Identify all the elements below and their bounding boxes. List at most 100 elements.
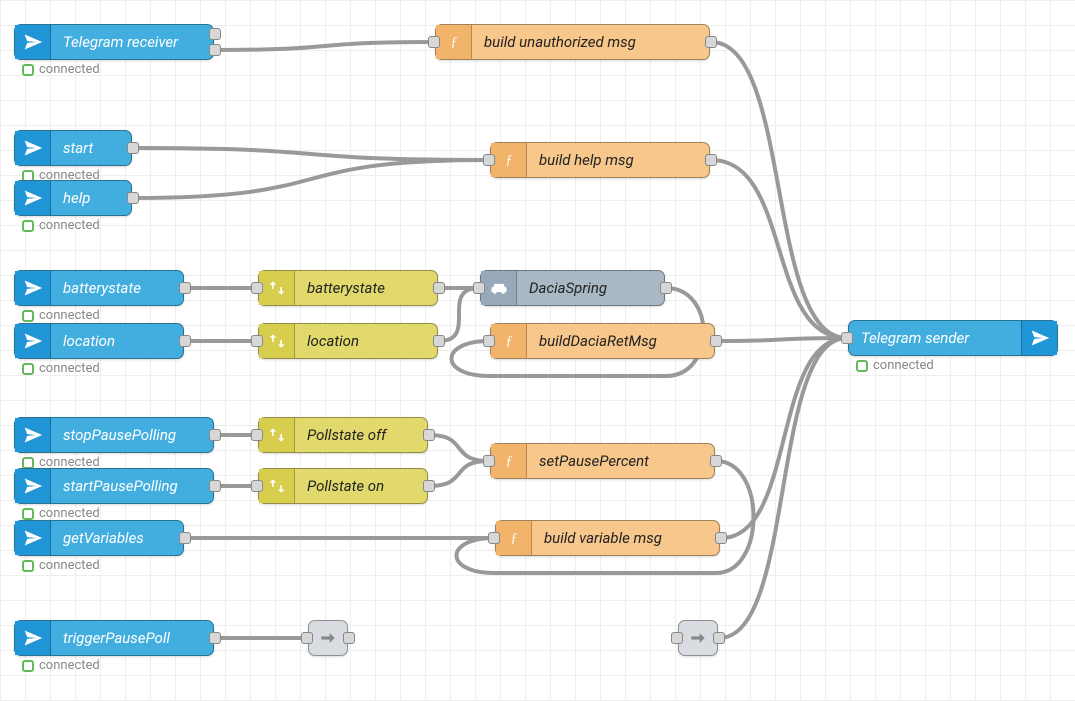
port-out[interactable] (179, 282, 191, 294)
node-stopPausePolling[interactable]: stopPausePolling (14, 417, 214, 453)
node-label: setPausePercent (527, 452, 714, 470)
port-in[interactable] (251, 335, 263, 347)
node-location_ch[interactable]: location (258, 323, 438, 359)
wire[interactable] (429, 435, 489, 461)
wire[interactable] (716, 338, 847, 341)
status-dot (22, 363, 34, 375)
port-in[interactable] (473, 282, 485, 294)
telegram-icon (15, 131, 51, 165)
telegram-icon (15, 271, 51, 305)
wire[interactable] (215, 42, 434, 50)
port-in[interactable] (671, 632, 683, 644)
node-label: build help msg (527, 151, 709, 169)
status-dot (22, 660, 34, 672)
node-label: Telegram receiver (51, 33, 213, 51)
wire[interactable] (429, 461, 489, 486)
status-text: connected (39, 361, 100, 376)
node-setPausePercent[interactable]: ƒsetPausePercent (490, 443, 715, 479)
port-out[interactable] (433, 282, 445, 294)
port-out[interactable] (209, 28, 221, 40)
change-icon (259, 271, 295, 305)
node-startPausePolling[interactable]: startPausePolling (14, 468, 214, 504)
port-out[interactable] (423, 480, 435, 492)
wire[interactable] (721, 338, 847, 538)
wire[interactable] (133, 148, 489, 160)
port-in[interactable] (428, 36, 440, 48)
node-batterystate_ch[interactable]: batterystate (258, 270, 438, 306)
port-in[interactable] (251, 429, 263, 441)
node-build_variable[interactable]: ƒbuild variable msg (495, 520, 720, 556)
node-start[interactable]: start (14, 130, 132, 166)
node-label: start (51, 139, 131, 157)
svg-text:ƒ: ƒ (450, 34, 457, 49)
port-out[interactable] (209, 480, 221, 492)
port-out[interactable] (705, 36, 717, 48)
flow-canvas[interactable]: Telegram receiver connected start connected… (0, 0, 1075, 701)
wire[interactable] (711, 160, 847, 338)
node-pollstate_on[interactable]: Pollstate on (258, 468, 428, 504)
change-icon (259, 324, 295, 358)
node-getVariables[interactable]: getVariables (14, 520, 184, 556)
function-icon: ƒ (436, 25, 472, 59)
port-out[interactable] (660, 282, 672, 294)
port-out[interactable] (179, 532, 191, 544)
port-out[interactable] (209, 44, 221, 56)
wire[interactable] (133, 160, 489, 198)
port-out[interactable] (209, 632, 221, 644)
node-build_help[interactable]: ƒ build help msg (490, 142, 710, 178)
status-text: connected (39, 558, 100, 573)
port-out[interactable] (209, 429, 221, 441)
wire[interactable] (439, 288, 479, 341)
node-triggerPausePoll[interactable]: triggerPausePoll (14, 620, 214, 656)
port-out[interactable] (343, 632, 355, 644)
node-help[interactable]: help (14, 180, 132, 216)
port-in[interactable] (251, 480, 263, 492)
node-telegram_sender[interactable]: Telegram sender (848, 320, 1058, 356)
port-out[interactable] (705, 154, 717, 166)
port-out[interactable] (179, 335, 191, 347)
node-daciaspring[interactable]: DaciaSpring (480, 270, 665, 306)
node-status: connected (22, 506, 100, 521)
port-out[interactable] (433, 335, 445, 347)
status-dot (22, 457, 34, 469)
status-text: connected (39, 62, 100, 77)
svg-text:ƒ: ƒ (505, 333, 512, 348)
node-build_unauth[interactable]: ƒ build unauthorized msg (435, 24, 710, 60)
port-out[interactable] (710, 335, 722, 347)
node-location_in[interactable]: location (14, 323, 184, 359)
node-status: connected (22, 558, 100, 573)
port-out[interactable] (710, 455, 722, 467)
node-status: connected (22, 658, 100, 673)
status-dot (22, 310, 34, 322)
node-label: location (51, 332, 183, 350)
node-label: location (295, 332, 437, 350)
port-in[interactable] (841, 332, 853, 344)
wire[interactable] (719, 338, 847, 638)
port-in[interactable] (301, 632, 313, 644)
port-in[interactable] (483, 455, 495, 467)
port-in[interactable] (488, 532, 500, 544)
node-pollstate_off[interactable]: Pollstate off (258, 417, 428, 453)
port-in[interactable] (483, 335, 495, 347)
telegram-icon (15, 418, 51, 452)
link-icon (309, 621, 347, 655)
svg-text:ƒ: ƒ (505, 152, 512, 167)
telegram-icon (15, 324, 51, 358)
node-label: build unauthorized msg (472, 33, 709, 51)
node-batterystate_in[interactable]: batterystate (14, 270, 184, 306)
port-in[interactable] (251, 282, 263, 294)
node-link_out[interactable] (308, 620, 348, 656)
port-in[interactable] (483, 154, 495, 166)
port-out[interactable] (127, 192, 139, 204)
wire[interactable] (711, 42, 847, 338)
function-icon: ƒ (491, 143, 527, 177)
port-out[interactable] (713, 632, 725, 644)
port-out[interactable] (715, 532, 727, 544)
node-telegram_receiver[interactable]: Telegram receiver (14, 24, 214, 60)
port-out[interactable] (127, 142, 139, 154)
node-label: Pollstate on (295, 477, 427, 495)
svg-text:ƒ: ƒ (510, 530, 517, 545)
node-buildDaciaRetMsg[interactable]: ƒbuildDaciaRetMsg (490, 323, 715, 359)
port-out[interactable] (423, 429, 435, 441)
node-link_in[interactable] (678, 620, 718, 656)
